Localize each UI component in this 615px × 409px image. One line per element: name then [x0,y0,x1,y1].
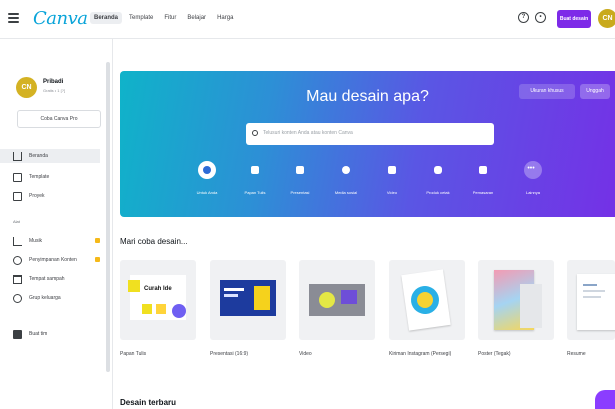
top-bar: Canva Beranda Template Fitur Belajar Har… [0,0,615,39]
design-thumb-poster[interactable] [478,260,554,340]
category-video[interactable]: Video [372,161,412,195]
music-icon [13,236,22,246]
section-title: Mari coba desain... [120,237,188,246]
category-label: Pemasaran [472,190,494,195]
user-plan: Gratis • 1 [?] [43,88,66,93]
home-icon [13,151,22,161]
whiteboard-thumb-text: Curah Ide [144,286,172,292]
presentation-icon [291,161,309,179]
sidebar-item-label: Template [29,174,50,180]
design-label-whiteboard[interactable]: Papan Tulis [120,351,146,357]
hamburger-menu-icon[interactable] [8,13,19,23]
category-label: Presentasi [290,190,310,195]
recent-designs-title: Desain terbaru [120,398,177,407]
category-more[interactable]: ••• Lainnya [513,161,553,195]
sidebar-item-label: Penyimpanan Konten [29,257,77,263]
search-input[interactable]: Telusuri konten Anda atau konten Canva [246,123,494,145]
nav-learn[interactable]: Belajar [183,12,210,24]
sidebar-item-label: Musik [29,238,43,244]
design-thumb-video[interactable] [299,260,375,340]
hero-banner: Mau desain apa? Ukuran khusus Unggah Tel… [120,71,615,217]
design-label-instagram[interactable]: Kiriman Instagram (Persegi) [389,351,451,357]
category-marketing[interactable]: Pemasaran [463,161,503,195]
sidebar-item-label: Beranda [29,153,48,159]
category-label: Video [386,190,398,195]
category-for-you[interactable]: Untuk Anda [187,161,227,195]
sidebar-item-family-group[interactable]: Grup keluarga [0,291,100,305]
category-label: Papan Tulis [244,190,266,195]
video-icon [383,161,401,179]
pro-crown-icon [95,257,100,262]
more-icon: ••• [524,161,542,179]
category-label: Produk cetak [426,190,450,195]
nav-home[interactable]: Beranda [90,12,123,24]
sidebar-item-label: Grup keluarga [29,295,61,301]
megaphone-icon [474,161,492,179]
design-thumb-instagram[interactable] [389,260,465,340]
sidebar-item-create-team[interactable]: Buat tim [0,327,100,341]
user-name: Pribadi [43,79,64,85]
sidebar-section-label: Alat [13,219,20,224]
settings-gear-icon[interactable]: • [535,12,546,23]
design-label-video[interactable]: Video [299,351,312,357]
design-thumb-resume[interactable] [567,260,615,340]
sidebar-item-brand-kit[interactable]: Penyimpanan Konten [0,253,100,267]
search-icon [252,130,258,136]
sidebar: CN Pribadi Gratis • 1 [?] Coba Canva Pro… [0,39,113,409]
category-presentation[interactable]: Presentasi [280,161,320,195]
category-label: Untuk Anda [196,190,218,195]
custom-size-button[interactable]: Ukuran khusus [519,84,575,99]
design-thumb-presentation[interactable] [210,260,286,340]
sparkle-icon [198,161,216,179]
try-canva-pro-button[interactable]: Coba Canva Pro [17,110,101,128]
canva-logo[interactable]: Canva [33,8,88,29]
category-label: Lainnya [525,190,540,195]
sidebar-scrollbar[interactable] [106,62,110,372]
category-print[interactable]: Produk cetak [418,161,458,195]
sidebar-item-home[interactable]: Beranda [0,149,100,163]
category-label: Media sosial [334,190,358,195]
sidebar-item-music[interactable]: Musik [0,234,100,248]
avatar[interactable]: CN [598,9,615,28]
help-chat-button[interactable] [595,390,615,409]
brand-kit-icon [13,255,22,265]
upload-button[interactable]: Unggah [580,84,610,99]
design-label-poster[interactable]: Poster (Tegak) [478,351,511,357]
design-thumb-whiteboard[interactable]: Curah Ide [120,260,196,340]
design-label-presentation[interactable]: Presentasi (16:9) [210,351,248,357]
help-icon[interactable]: ? [518,12,529,23]
nav-pricing[interactable]: Harga [213,12,237,24]
top-nav: Beranda Template Fitur Belajar Harga [90,12,237,24]
sidebar-item-projects[interactable]: Proyek [0,189,100,203]
design-label-resume[interactable]: Resume [567,351,586,357]
create-design-button[interactable]: Buat desain [557,10,591,28]
sidebar-item-trash[interactable]: Tempat sampah [0,272,100,286]
nav-features[interactable]: Fitur [160,12,180,24]
folder-icon [13,191,22,201]
sidebar-item-templates[interactable]: Template [0,170,100,184]
sidebar-item-label: Buat tim [29,331,48,337]
nav-templates[interactable]: Template [125,12,157,24]
template-icon [13,172,22,182]
search-placeholder: Telusuri konten Anda atau konten Canva [263,130,353,136]
print-icon [429,161,447,179]
category-whiteboard[interactable]: Papan Tulis [235,161,275,195]
team-icon [13,329,22,339]
sidebar-item-label: Tempat sampah [29,276,65,282]
sidebar-item-label: Proyek [29,193,45,199]
heart-icon [337,161,355,179]
user-avatar[interactable]: CN [16,77,37,98]
globe-icon [13,293,22,303]
category-social-media[interactable]: Media sosial [326,161,366,195]
whiteboard-icon [246,161,264,179]
trash-icon [13,274,22,284]
pro-crown-icon [95,238,100,243]
